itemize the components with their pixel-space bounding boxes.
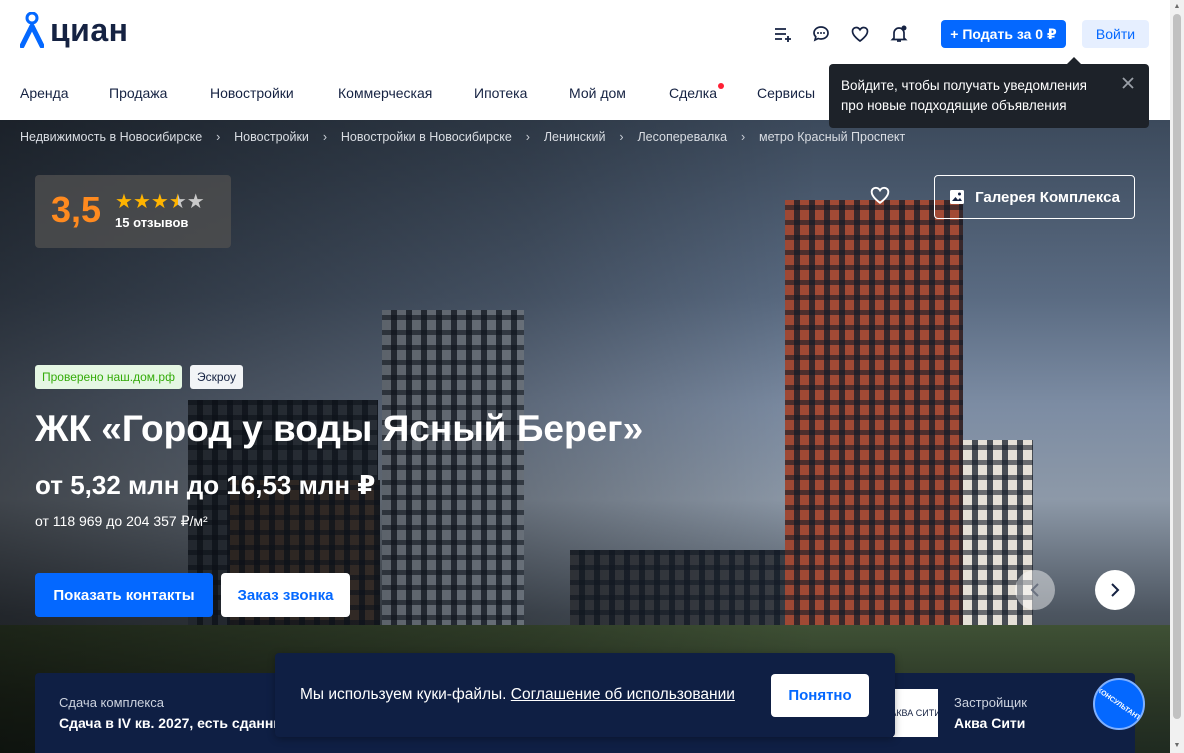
cookie-accept-button[interactable]: Понятно — [771, 674, 869, 717]
completion-value: Сдача в IV кв. 2027, есть сданные — [59, 715, 275, 731]
page-scrollbar[interactable]: ▲ ▼ — [1170, 0, 1184, 753]
add-to-favorites-heart-icon[interactable] — [870, 186, 894, 208]
nav-item-sale[interactable]: Продажа — [109, 85, 167, 101]
chevron-right-icon — [1111, 583, 1120, 597]
star-half-icon: ★ — [168, 191, 187, 213]
breadcrumb-chevron-icon: › — [740, 130, 746, 144]
header: циан + Подать за 0 ₽ Войти — [0, 0, 1170, 68]
image-icon — [950, 190, 965, 204]
star-full-icon: ★ — [115, 191, 133, 213]
nav-item-rent[interactable]: Аренда — [20, 85, 69, 101]
close-icon[interactable] — [1121, 76, 1137, 92]
rating-card[interactable]: 3,5 ★★★★★ 15 отзывов — [35, 175, 231, 248]
badges: Проверено наш.дом.рф Эскроу — [35, 365, 244, 389]
order-call-button[interactable]: Заказ звонка — [221, 573, 350, 617]
nav-item-services[interactable]: Сервисы — [757, 85, 815, 101]
consultant-label: КОНСУЛЬТАНТ — [1095, 686, 1143, 722]
logo-pin-icon — [20, 12, 44, 48]
gallery-next-button[interactable] — [1095, 570, 1135, 610]
breadcrumb-chevron-icon: › — [216, 130, 221, 144]
gallery-button[interactable]: Галерея Комплекса — [934, 175, 1135, 219]
show-contacts-button[interactable]: Показать контакты — [35, 573, 213, 617]
logo-text: циан — [50, 11, 129, 48]
star-full-icon: ★ — [150, 191, 169, 213]
complex-title: ЖК «Город у воды Ясный Берег» — [35, 408, 644, 449]
breadcrumb: Недвижимость в Новосибирске › Новостройк… — [20, 130, 905, 144]
nav-item-new-buildings[interactable]: Новостройки — [210, 85, 294, 101]
nav-item-commercial[interactable]: Коммерческая — [338, 85, 432, 101]
escrow-badge[interactable]: Эскроу — [189, 365, 244, 389]
nav-item-mortgage[interactable]: Ипотека — [474, 85, 527, 101]
verified-badge[interactable]: Проверено наш.дом.рф — [35, 365, 182, 389]
breadcrumb-item[interactable]: Новостройки — [234, 130, 309, 144]
scrollbar-thumb[interactable] — [1173, 14, 1181, 719]
gallery-button-label: Галерея Комплекса — [975, 188, 1120, 206]
breadcrumb-chevron-icon: › — [322, 130, 327, 144]
page: циан + Подать за 0 ₽ Войти Аренда Продаж… — [0, 0, 1184, 753]
chevron-left-icon — [1030, 583, 1039, 597]
cookie-message: Мы используем куки-файлы. — [300, 686, 511, 703]
reviews-count[interactable]: 15 отзывов — [115, 215, 188, 230]
nav-item-deal[interactable]: Сделка — [669, 85, 717, 101]
logo[interactable]: циан — [20, 10, 128, 50]
nav-notification-dot — [718, 83, 724, 89]
compare-list-icon[interactable] — [772, 23, 794, 45]
breadcrumb-chevron-icon: › — [619, 130, 624, 144]
complex-price-per-m2: от 118 969 до 204 357 ₽/м² — [35, 513, 208, 529]
complex-price: от 5,32 млн до 16,53 млн ₽ — [35, 470, 376, 500]
chat-icon[interactable] — [810, 23, 832, 45]
breadcrumb-item[interactable]: метро Красный Проспект — [759, 130, 905, 144]
login-notification-tooltip: Войдите, чтобы получать уведомления про … — [829, 57, 1149, 128]
developer-value[interactable]: Аква Сити — [954, 715, 1025, 731]
breadcrumb-item[interactable]: Ленинский — [544, 130, 606, 144]
breadcrumb-item[interactable]: Лесоперевалка — [637, 130, 727, 144]
favorites-heart-icon[interactable] — [849, 23, 871, 45]
consultant-chat-button[interactable]: КОНСУЛЬТАНТ — [1093, 678, 1145, 730]
rating-value: 3,5 — [51, 189, 102, 230]
scroll-down-arrow-icon[interactable]: ▼ — [1173, 741, 1181, 751]
developer-label: Застройщик — [954, 695, 1027, 710]
post-ad-button[interactable]: + Подать за 0 ₽ — [941, 20, 1066, 48]
breadcrumb-item[interactable]: Недвижимость в Новосибирске — [20, 130, 202, 144]
login-button[interactable]: Войти — [1082, 20, 1149, 48]
rating-stars: ★★★★★ — [115, 189, 205, 214]
star-full-icon: ★ — [132, 191, 151, 213]
cookie-banner: Мы используем куки-файлы. Соглашение об … — [275, 653, 895, 737]
star-empty-icon: ★ — [186, 191, 205, 213]
cookie-agreement-link[interactable]: Соглашение об использовании — [511, 686, 735, 703]
gallery-prev-button[interactable] — [1015, 570, 1055, 610]
developer-logo[interactable]: АКВА СИТИ — [893, 689, 938, 737]
scroll-up-arrow-icon[interactable]: ▲ — [1173, 2, 1181, 12]
breadcrumb-item[interactable]: Новостройки в Новосибирске — [341, 130, 512, 144]
notifications-bell-icon[interactable] — [888, 23, 910, 45]
tooltip-text: Войдите, чтобы получать уведомления про … — [841, 78, 1087, 113]
nav-item-my-home[interactable]: Мой дом — [569, 85, 626, 101]
breadcrumb-chevron-icon: › — [525, 130, 530, 144]
cookie-text: Мы используем куки-файлы. Соглашение об … — [300, 686, 735, 704]
completion-label: Сдача комплекса — [59, 695, 164, 710]
